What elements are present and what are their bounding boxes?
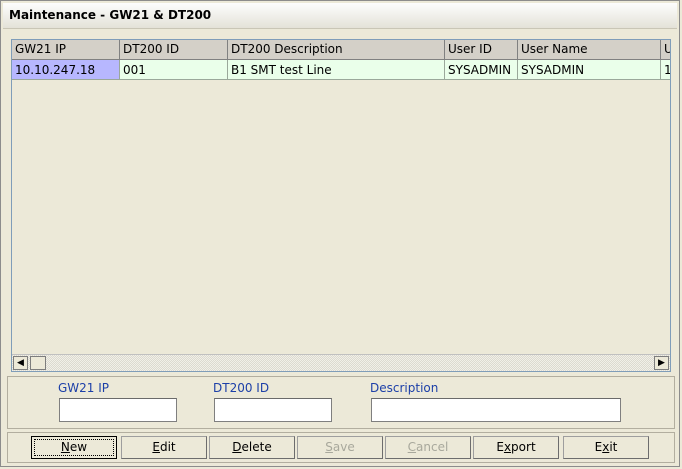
horizontal-scrollbar[interactable]: ◀ ▶ <box>12 354 670 371</box>
delete-button-accel: D <box>232 440 242 454</box>
new-button-post: ew <box>69 440 88 454</box>
save-button-accel: S <box>325 440 333 454</box>
table-row-cell-user-id[interactable]: SYSADMIN <box>445 60 518 80</box>
column-header-user-name[interactable]: User Name <box>518 40 661 60</box>
export-button-accel: x <box>503 440 512 454</box>
cancel-button-post: ancel <box>416 440 449 454</box>
edit-button-accel: E <box>152 440 160 454</box>
column-header-dt200-description[interactable]: DT200 Description <box>228 40 445 60</box>
maintenance-window: Maintenance - GW21 & DT200 GW21 IP DT200… <box>0 0 680 467</box>
export-button-post: port <box>511 440 536 454</box>
table-row-cell-description[interactable]: B1 SMT test Line <box>228 60 445 80</box>
button-bar: New Edit Delete Save Cancel Export Exit <box>7 432 675 463</box>
new-button-accel: N <box>60 440 70 454</box>
column-header-user-id[interactable]: User ID <box>445 40 518 60</box>
delete-button-post: elete <box>241 440 272 454</box>
edit-button[interactable]: Edit <box>121 436 207 459</box>
description-input[interactable] <box>371 398 621 422</box>
exit-button-post: it <box>609 440 618 454</box>
cancel-button-accel: C <box>407 440 417 454</box>
new-button[interactable]: New <box>31 436 117 459</box>
entry-form: GW21 IP DT200 ID Description <box>7 376 675 429</box>
dt200-id-input[interactable] <box>214 398 332 422</box>
edit-button-post: dit <box>159 440 176 454</box>
table-row-cell-gw21-ip[interactable]: 10.10.247.18 <box>12 60 120 80</box>
save-button-post: ave <box>332 440 355 454</box>
export-button-pre: E <box>496 440 504 454</box>
gw21-ip-label: GW21 IP <box>58 381 110 395</box>
title-bar[interactable]: Maintenance - GW21 & DT200 <box>3 3 677 29</box>
table-row-cell-dt200-id[interactable]: 001 <box>120 60 228 80</box>
column-header-dt200-id[interactable]: DT200 ID <box>120 40 228 60</box>
dt200-id-label: DT200 ID <box>213 381 270 395</box>
data-grid[interactable]: GW21 IP DT200 ID DT200 Description User … <box>11 39 671 372</box>
cancel-button[interactable]: Cancel <box>385 436 471 459</box>
window-title: Maintenance - GW21 & DT200 <box>9 8 212 22</box>
column-header-gw21-ip[interactable]: GW21 IP <box>12 40 120 60</box>
table-row-cell-user-name[interactable]: SYSADMIN <box>518 60 661 80</box>
gw21-ip-input[interactable] <box>59 398 177 422</box>
column-header-updated[interactable]: U <box>661 40 670 60</box>
exit-button[interactable]: Exit <box>563 436 649 459</box>
description-label: Description <box>370 381 439 395</box>
scroll-thumb[interactable] <box>30 356 46 370</box>
save-button[interactable]: Save <box>297 436 383 459</box>
export-button[interactable]: Export <box>473 436 559 459</box>
delete-button[interactable]: Delete <box>209 436 295 459</box>
table-row-cell-updated[interactable]: 1 <box>661 60 670 80</box>
scroll-right-icon[interactable]: ▶ <box>654 356 669 370</box>
scroll-left-icon[interactable]: ◀ <box>13 356 28 370</box>
